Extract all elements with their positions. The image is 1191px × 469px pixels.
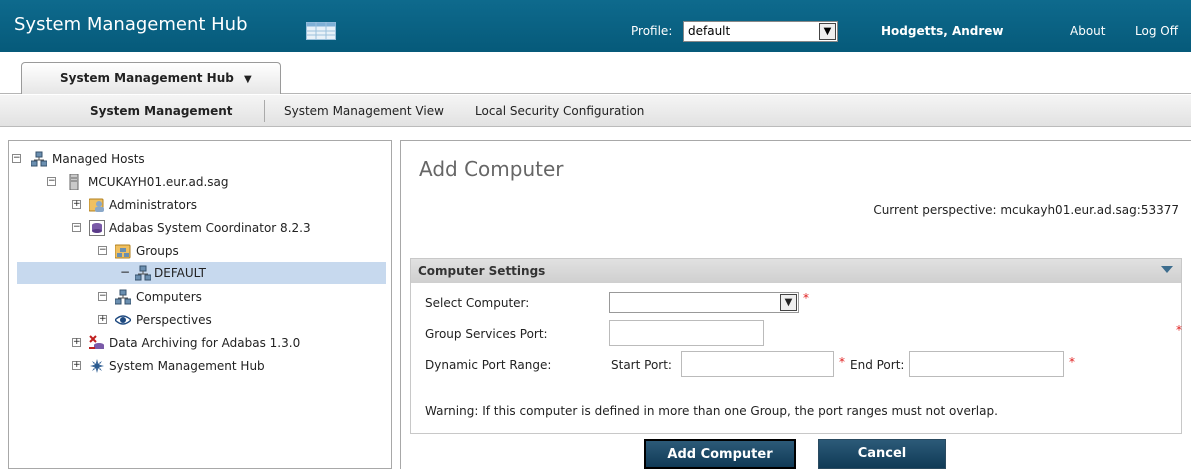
navigation-tree: − Managed Hosts − MCUKAYH01.eur.ad.sag +…	[8, 140, 392, 469]
end-port-input[interactable]	[909, 351, 1064, 377]
profile-label: Profile:	[631, 24, 673, 38]
collapse-icon[interactable]: −	[47, 177, 56, 186]
tree-label: Perspectives	[136, 313, 212, 327]
logoff-link[interactable]: Log Off	[1135, 24, 1178, 38]
tab-row: System Management Hub ▼	[0, 52, 1191, 94]
tab-label: System Management Hub	[60, 71, 234, 85]
section-header[interactable]: Computer Settings	[411, 259, 1181, 283]
select-computer-dropdown[interactable]: ▼	[609, 292, 799, 313]
group-folder-icon	[115, 244, 131, 259]
tree-label: DEFAULT	[154, 266, 206, 280]
group-services-port-input[interactable]	[609, 320, 764, 346]
tree-node-perspectives[interactable]: + Perspectives	[9, 311, 391, 331]
required-marker: *	[839, 355, 845, 369]
archive-icon	[89, 335, 104, 349]
dynamic-port-range-label: Dynamic Port Range:	[425, 358, 552, 372]
chevron-down-icon[interactable]: ▼	[819, 23, 836, 40]
chevron-down-icon[interactable]: ▼	[780, 294, 797, 311]
section-title: Computer Settings	[418, 264, 546, 278]
add-computer-button[interactable]: Add Computer	[644, 439, 796, 469]
current-perspective: Current perspective: mcukayh01.eur.ad.sa…	[873, 203, 1179, 217]
computer-settings-section: Computer Settings Select Computer: ▼ * G…	[410, 258, 1182, 434]
subnav-system-management[interactable]: System Management	[90, 104, 233, 118]
tree-node-default[interactable]: − DEFAULT	[17, 262, 386, 284]
group-services-port-label: Group Services Port:	[425, 327, 548, 341]
tree-label: System Management Hub	[109, 359, 265, 373]
collapse-icon[interactable]: −	[98, 246, 107, 255]
database-icon	[89, 220, 105, 236]
collapse-icon[interactable]: −	[72, 223, 81, 232]
tree-node-managed-hosts[interactable]: − Managed Hosts	[9, 150, 391, 170]
required-marker: *	[1176, 323, 1182, 337]
tree-node-computers[interactable]: − Computers	[9, 288, 391, 308]
network-icon	[115, 289, 131, 305]
start-port-label: Start Port:	[611, 358, 672, 372]
server-icon	[69, 174, 79, 190]
expand-icon[interactable]: +	[72, 338, 81, 347]
caret-down-icon[interactable]: ▼	[244, 74, 252, 85]
expand-icon[interactable]: +	[98, 315, 107, 324]
port-overlap-warning: Warning: If this computer is defined in …	[425, 404, 998, 418]
profile-select[interactable]: default ▼	[683, 21, 838, 42]
tree-node-administrators[interactable]: + Administrators	[9, 196, 391, 216]
collapse-triangle-icon[interactable]	[1161, 266, 1173, 273]
expand-icon[interactable]: +	[72, 200, 81, 209]
tree-node-adabas-system-coordinator[interactable]: − Adabas System Coordinator 8.2.3	[9, 219, 391, 239]
network-icon	[135, 265, 151, 281]
select-computer-label: Select Computer:	[425, 296, 530, 310]
eye-icon	[115, 315, 131, 325]
tree-node-host[interactable]: − MCUKAYH01.eur.ad.sag	[9, 173, 391, 193]
cancel-button[interactable]: Cancel	[818, 439, 946, 469]
collapse-icon[interactable]: −	[98, 292, 107, 301]
hub-icon	[90, 359, 104, 373]
required-marker: *	[803, 291, 809, 305]
network-icon	[31, 151, 47, 167]
page-title: Add Computer	[419, 157, 564, 181]
tree-label: Data Archiving for Adabas 1.3.0	[109, 336, 301, 350]
tree-label: Groups	[136, 244, 179, 258]
tree-node-system-management-hub[interactable]: + System Management Hub	[9, 357, 391, 377]
table-view-icon[interactable]	[306, 22, 336, 40]
tree-node-groups[interactable]: − Groups	[9, 242, 391, 262]
subnav-system-management-view[interactable]: System Management View	[284, 104, 444, 118]
tree-label: Computers	[136, 290, 202, 304]
profile-value: default	[688, 24, 731, 38]
top-header: System Management Hub Profile: default ▼…	[0, 0, 1191, 52]
tree-label: Managed Hosts	[52, 152, 145, 166]
start-port-input[interactable]	[681, 351, 834, 377]
required-marker: *	[1069, 355, 1075, 369]
subnav-local-security-configuration[interactable]: Local Security Configuration	[475, 104, 644, 118]
tree-label: Adabas System Coordinator 8.2.3	[109, 221, 311, 235]
content-panel: Add Computer Current perspective: mcukay…	[400, 140, 1191, 469]
collapse-icon[interactable]: −	[12, 154, 21, 163]
collapse-icon[interactable]: −	[120, 263, 130, 281]
tree-node-data-archiving[interactable]: + Data Archiving for Adabas 1.3.0	[9, 334, 391, 354]
tree-label: MCUKAYH01.eur.ad.sag	[88, 175, 229, 189]
tab-system-management-hub[interactable]: System Management Hub ▼	[21, 62, 281, 94]
subnav-divider	[264, 100, 265, 122]
about-link[interactable]: About	[1070, 24, 1105, 38]
end-port-label: End Port:	[850, 358, 905, 372]
app-title: System Management Hub	[14, 14, 248, 35]
tree-label: Administrators	[109, 198, 198, 212]
expand-icon[interactable]: +	[72, 361, 81, 370]
user-name: Hodgetts, Andrew	[881, 24, 1004, 38]
users-icon	[89, 198, 104, 212]
sub-navigation: System Management System Management View…	[0, 95, 1191, 127]
